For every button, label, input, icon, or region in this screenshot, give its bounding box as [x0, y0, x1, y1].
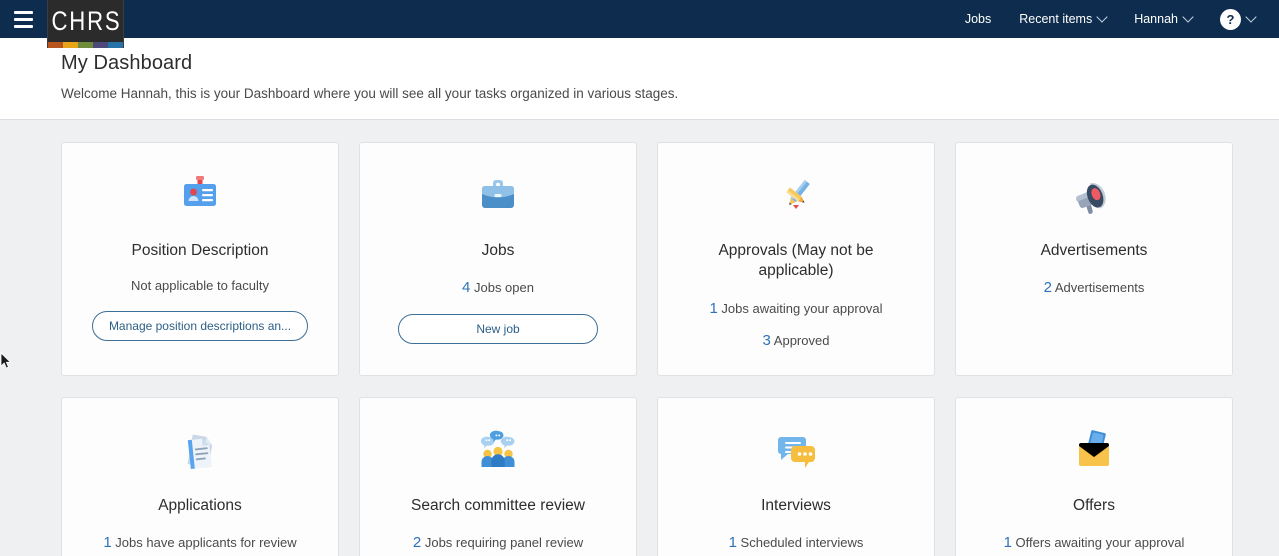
card-stat-label: Jobs requiring panel review	[424, 535, 584, 551]
dashboard-body: Position Description Not applicable to fa…	[0, 120, 1279, 556]
megaphone-icon	[1070, 169, 1118, 223]
logo-stripe-orange	[48, 42, 63, 48]
dashboard-card-jobs[interactable]: Jobs 4 Jobs open New job	[359, 142, 637, 376]
card-stat-count: 1	[709, 299, 718, 317]
nav-item-label: Jobs	[964, 12, 992, 26]
nav-item-label: Recent items	[1019, 12, 1093, 26]
card-stat-count: 1	[103, 534, 112, 552]
card-stat-count: 2	[412, 534, 422, 552]
card-stat-label: Jobs have applicants for review	[115, 535, 297, 551]
card-stat-count: 1	[1003, 534, 1012, 552]
chevron-down-icon	[1096, 11, 1108, 23]
logo-text: CHRS	[51, 5, 122, 36]
nav-item-user-hannah[interactable]: Hannah	[1120, 0, 1206, 38]
card-stat: 1 Jobs awaiting your approval	[709, 299, 882, 319]
page-header: My Dashboard Welcome Hannah, this is you…	[0, 38, 1279, 120]
id-badge-icon	[176, 169, 224, 223]
logo-stripe-yellow	[63, 42, 78, 48]
card-stat-count: 4	[462, 279, 471, 297]
nav-item-label: Hannah	[1134, 12, 1178, 26]
dashboard-card-interviews[interactable]: Interviews 1 Scheduled interviews	[657, 397, 935, 556]
briefcase-icon	[474, 169, 522, 223]
hamburger-menu-icon[interactable]	[0, 0, 46, 38]
hamburger-bar	[13, 24, 33, 28]
card-title: Approvals (May not be applicable)	[718, 242, 874, 280]
card-stat: 3 Approved	[763, 331, 830, 351]
card-stat-label: Not applicable to faculty	[130, 278, 270, 294]
card-stat: 2 Jobs requiring panel review	[413, 533, 583, 553]
card-title: Search committee review	[410, 497, 585, 514]
dashboard-card-position-description[interactable]: Position Description Not applicable to fa…	[61, 142, 339, 376]
logo-stripe-green	[78, 42, 93, 48]
logo-stripe-blue	[108, 42, 123, 48]
card-title: Position Description	[131, 242, 269, 259]
nav-item-recent-items[interactable]: Recent items	[1005, 0, 1120, 38]
dashboard-card-approvals[interactable]: Approvals (May not be applicable) 1 Jobs …	[657, 142, 935, 376]
nav-right-group: Jobs Recent items Hannah ?	[951, 0, 1279, 38]
card-title: Advertisements	[1040, 242, 1148, 259]
hamburger-bar	[13, 10, 33, 14]
card-stat-label: Scheduled interviews	[740, 535, 864, 551]
card-title: Jobs	[481, 242, 515, 259]
card-stat-label: Offers awaiting your approval	[1015, 535, 1185, 551]
card-stat: 4 Jobs open	[462, 278, 534, 298]
dashboard-card-advertisements[interactable]: Advertisements 2 Advertisements	[955, 142, 1233, 376]
chevron-down-icon	[1182, 11, 1194, 23]
dashboard-card-search-committee-review[interactable]: Search committee review 2 Jobs requiring …	[359, 397, 637, 556]
chevron-down-icon	[1245, 11, 1257, 23]
card-stat: 2 Advertisements	[1044, 278, 1145, 298]
speech-bubbles-icon	[772, 424, 820, 478]
card-stat: 1 Scheduled interviews	[729, 533, 864, 553]
card-stat: 1 Offers awaiting your approval	[1004, 533, 1185, 553]
dashboard-card-applications[interactable]: Applications 1 Jobs have applicants for r…	[61, 397, 339, 556]
envelope-letter-icon	[1070, 424, 1118, 478]
page-title: My Dashboard	[61, 52, 193, 74]
card-stat-count: 2	[1043, 279, 1052, 297]
logo-color-stripes	[48, 42, 123, 48]
hamburger-bar	[13, 17, 33, 21]
card-stat: 1 Jobs have applicants for review	[103, 533, 296, 553]
card-stat: Not applicable to faculty	[131, 278, 269, 295]
card-stat-count: 3	[762, 332, 771, 350]
logo-stripe-purple	[93, 42, 108, 48]
help-question-icon: ?	[1220, 8, 1241, 30]
card-stat-label: Advertisements	[1054, 280, 1145, 296]
chrs-logo[interactable]: CHRS	[47, 0, 124, 48]
top-navigation-bar: CHRS Jobs Recent items Hannah ?	[0, 0, 1279, 48]
card-action-button-position-description[interactable]: Manage position descriptions an...	[91, 311, 309, 342]
pencil-check-icon	[772, 169, 820, 223]
card-stat-label: Approved	[773, 333, 830, 349]
dashboard-card-offers[interactable]: Offers1 Offers awaiting your approval4 N…	[955, 397, 1233, 556]
card-stat-count: 1	[728, 534, 737, 552]
nav-item-help[interactable]: ?	[1206, 0, 1269, 38]
nav-item-jobs[interactable]: Jobs	[951, 0, 1005, 38]
card-stat-label: Jobs awaiting your approval	[721, 300, 883, 316]
card-title: Offers	[1073, 497, 1115, 514]
card-action-button-jobs[interactable]: New job	[398, 313, 598, 344]
card-title: Applications	[158, 497, 242, 514]
card-stat-label: Jobs open	[473, 280, 534, 296]
dashboard-card-grid: Position Description Not applicable to fa…	[61, 142, 1238, 556]
page-subtitle: Welcome Hannah, this is your Dashboard w…	[61, 86, 679, 101]
documents-icon	[176, 424, 224, 478]
card-title: Interviews	[761, 497, 831, 514]
committee-group-icon	[474, 424, 522, 478]
